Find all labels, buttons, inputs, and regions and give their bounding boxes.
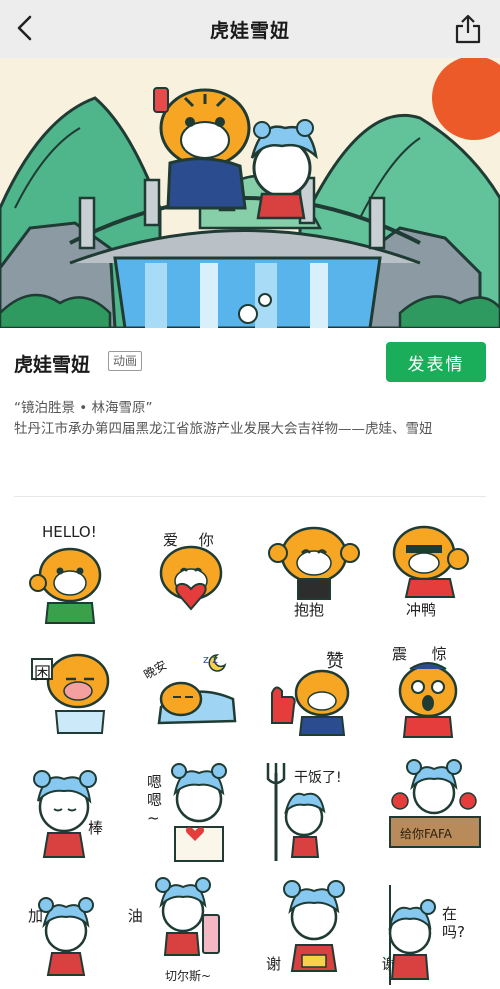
divider: [14, 496, 486, 497]
sticker-caption: 棒: [88, 819, 104, 837]
sticker-caption: 困: [34, 664, 51, 684]
sticker-item[interactable]: 切尔斯~: [131, 875, 249, 989]
page-title: 虎娃雪妞: [209, 19, 290, 42]
sticker-item[interactable]: 在吗?: [376, 875, 494, 989]
sticker-item[interactable]: 嗯嗯~: [131, 753, 249, 871]
sticker-caption: 震 惊: [392, 645, 457, 663]
sticker-item[interactable]: 震 惊: [376, 633, 494, 751]
snow-girl-sticker-art: [389, 759, 481, 848]
snow-girl-sticker-art: [33, 770, 97, 858]
banner-illustration: [0, 58, 500, 328]
svg-text:z z: z z: [203, 653, 218, 666]
sticker-caption: 干饭了!: [294, 770, 342, 786]
pack-info: 虎娃雪妞 动画 发表情 “镜泊胜景 • 林海雪原” 牡丹江市承办第四届黑龙江省旅…: [0, 328, 500, 498]
sticker-item[interactable]: 抱抱: [254, 513, 372, 631]
snow-girl-sticker-art: [388, 885, 436, 985]
sticker-grid: HELLO! 爱 你 抱抱 冲鸭 困 z z 晚安 赞 震 惊 棒 嗯嗯~ 干饭…: [0, 505, 500, 989]
description-line-2: 牡丹江市承办第四届黑龙江省旅游产业发展大会吉祥物——虎娃、雪妞: [14, 421, 433, 437]
share-icon[interactable]: [454, 14, 482, 44]
sticker-caption: 赞: [326, 651, 344, 672]
sticker-item[interactable]: 给你FAFA: [376, 753, 494, 871]
pack-type-badge: 动画: [108, 351, 143, 371]
sticker-item[interactable]: HELLO!: [8, 513, 126, 631]
sticker-caption: 抱抱: [294, 601, 325, 619]
snow-girl-sticker-art: [38, 897, 94, 976]
sticker-item[interactable]: 冲鸭: [376, 513, 494, 631]
tiger-sticker-art: [31, 653, 110, 734]
sticker-caption: 给你FAFA: [400, 827, 453, 841]
sticker-item[interactable]: 干饭了!: [254, 753, 372, 871]
chevron-left-icon[interactable]: [10, 12, 42, 44]
sticker-caption: 爱 你: [163, 531, 222, 549]
sticker-item[interactable]: 困: [8, 633, 126, 751]
pack-name: 虎娃雪妞: [14, 354, 91, 376]
send-sticker-button[interactable]: 发表情: [386, 342, 486, 382]
tiger-sticker-art: [271, 669, 350, 736]
sticker-caption: 嗯嗯~: [147, 773, 163, 827]
description-line-1: “镜泊胜景 • 林海雪原”: [14, 400, 153, 416]
sticker-caption: 冲鸭: [406, 601, 437, 619]
sticker-item[interactable]: 棒: [8, 753, 126, 871]
sticker-item[interactable]: z z 晚安: [131, 633, 249, 751]
tiger-sticker-art: z z: [157, 653, 237, 725]
sticker-caption: 切尔斯~: [165, 969, 212, 983]
sticker-item[interactable]: 赞: [254, 633, 372, 751]
sticker-item[interactable]: 谢 谢: [254, 875, 397, 989]
sticker-caption: HELLO!: [42, 523, 97, 541]
sticker-item[interactable]: 加 油: [8, 875, 143, 989]
pack-description: “镜泊胜景 • 林海雪原” 牡丹江市承办第四届黑龙江省旅游产业发展大会吉祥物——…: [14, 398, 489, 440]
top-nav-bar: 虎娃雪妞: [0, 0, 500, 58]
sticker-item[interactable]: 爱 你: [131, 513, 249, 631]
sticker-caption: 在吗?: [442, 905, 465, 941]
